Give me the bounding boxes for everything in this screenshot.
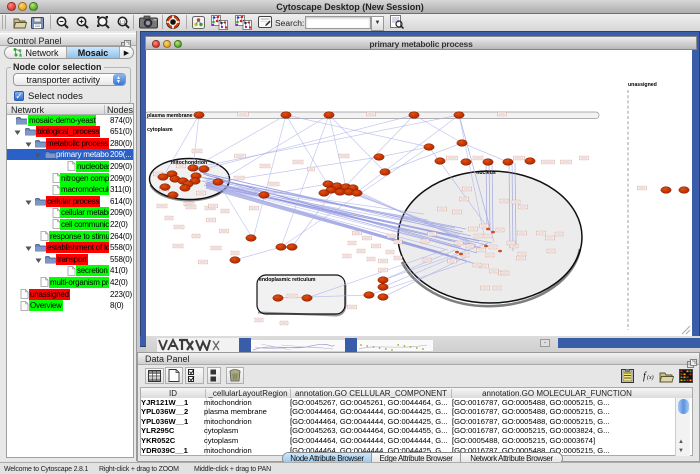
svg-text:(x): (x) [647, 374, 654, 381]
svg-text:endoplasmic reticulum: endoplasmic reticulum [259, 277, 316, 283]
svg-text:mitochondrion: mitochondrion [171, 160, 207, 166]
svg-text:cytoplasm: cytoplasm [147, 127, 173, 133]
svg-text:nucleus: nucleus [476, 170, 496, 176]
svg-text:1:1: 1:1 [119, 19, 126, 24]
svg-text:unassigned: unassigned [628, 82, 657, 88]
svg-text:plasma membrane: plasma membrane [147, 113, 193, 119]
